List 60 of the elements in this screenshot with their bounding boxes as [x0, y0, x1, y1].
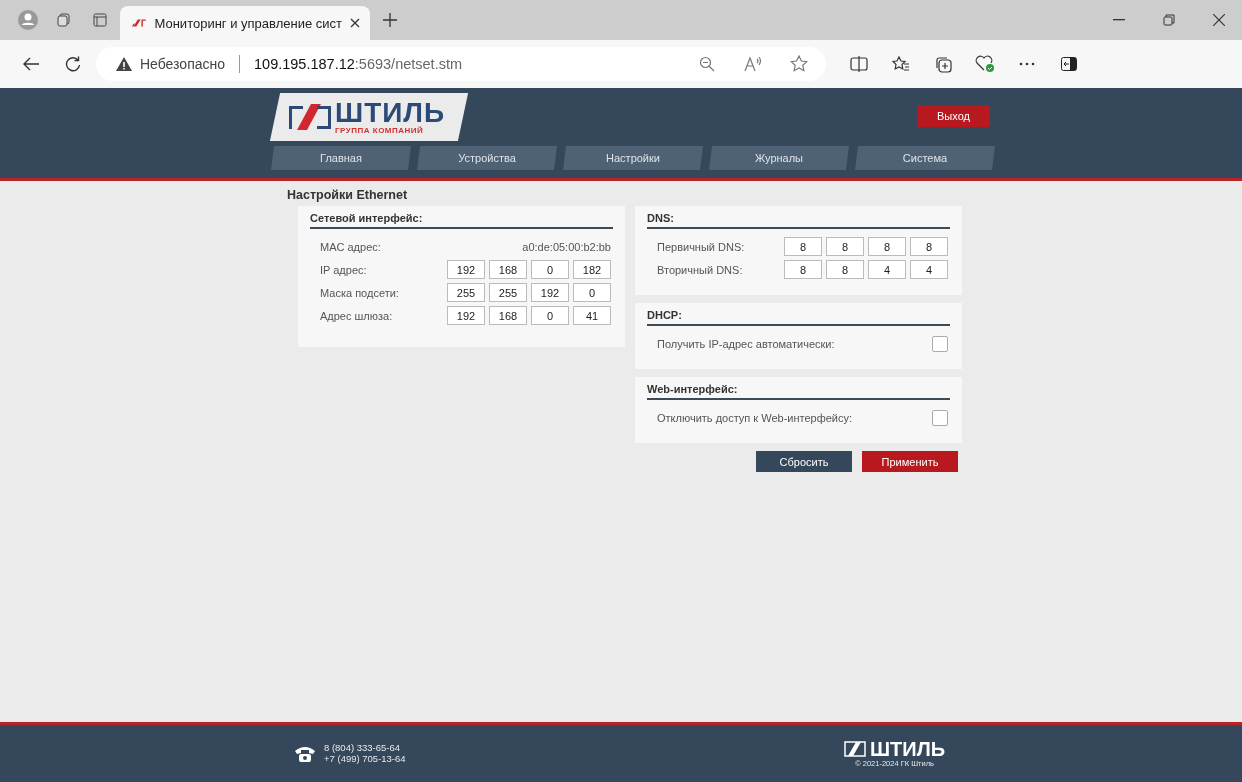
- logo-mark-icon: [844, 741, 866, 757]
- field-label: MAC адрес:: [320, 240, 381, 253]
- field-label: Первичный DNS:: [657, 240, 745, 253]
- octet-field[interactable]: 8: [826, 237, 864, 256]
- octet-field[interactable]: 255: [447, 283, 485, 302]
- octet-field[interactable]: 4: [868, 260, 906, 279]
- panel-title: DHCP:: [647, 309, 950, 326]
- address-field[interactable]: Небезопасно 109.195.187.12:5693/netset.stm: [96, 47, 826, 81]
- octet-field[interactable]: 8: [784, 237, 822, 256]
- octet-field[interactable]: 8: [868, 237, 906, 256]
- field-label: IP адрес:: [320, 263, 367, 276]
- browser-tab[interactable]: Мониторинг и управление сист: [120, 6, 370, 40]
- panel-title: DNS:: [647, 212, 950, 229]
- nav-tab[interactable]: Система: [855, 146, 995, 170]
- field-label: Маска подсети:: [320, 286, 399, 299]
- logo-text: ШТИЛЬ: [335, 99, 446, 127]
- mac-value: a0:de:05:00:b2:bb: [522, 240, 611, 253]
- octet-field[interactable]: 0: [573, 283, 611, 302]
- octet-field[interactable]: 8: [910, 237, 948, 256]
- logo-text: ШТИЛЬ: [870, 739, 946, 759]
- logo-subtitle: ГРУППА КОМПАНИЙ: [335, 127, 425, 135]
- octet-field[interactable]: 182: [573, 260, 611, 279]
- checkbox[interactable]: [932, 335, 948, 352]
- octet-field[interactable]: 8: [826, 260, 864, 279]
- reset-button[interactable]: Сбросить: [756, 451, 852, 472]
- octet-field[interactable]: 0: [531, 306, 569, 325]
- octet-field[interactable]: 168: [489, 306, 527, 325]
- octet-field[interactable]: 4: [910, 260, 948, 279]
- field-label: Адрес шлюза:: [320, 309, 393, 322]
- octet-field[interactable]: 41: [573, 306, 611, 325]
- octet-field[interactable]: 192: [447, 260, 485, 279]
- security-label: Небезопасно: [140, 56, 225, 72]
- phone-number: +7 (499) 705-13-64: [324, 753, 406, 765]
- company-logo[interactable]: ШТИЛЬ ГРУППА КОМПАНИЙ: [269, 93, 469, 141]
- panel-title: Web-интерфейс:: [647, 383, 950, 400]
- checkbox-label: Получить IP-адрес автоматически:: [657, 337, 835, 350]
- nav-tab[interactable]: Журналы: [709, 146, 849, 170]
- phone-icon: [294, 744, 316, 763]
- octet-field[interactable]: 192: [447, 306, 485, 325]
- url-text: 109.195.187.12:5693/netset.stm: [254, 56, 462, 72]
- checkbox-label: Отключить доступ к Web-интерфейсу:: [657, 411, 853, 424]
- favicon-icon: [132, 17, 147, 29]
- nav-tab[interactable]: Устройства: [417, 146, 557, 170]
- octet-field[interactable]: 168: [489, 260, 527, 279]
- nav-tab[interactable]: Настройки: [563, 146, 703, 170]
- logout-button[interactable]: Выход: [917, 105, 990, 127]
- close-tab-icon[interactable]: [350, 18, 360, 28]
- octet-field[interactable]: 8: [784, 260, 822, 279]
- page-title: Настройки Ethernet: [287, 188, 409, 202]
- panel-title: Сетевой интерфейс:: [310, 212, 613, 229]
- apply-button[interactable]: Применить: [862, 451, 958, 472]
- logo-mark-icon: [287, 102, 331, 132]
- octet-field[interactable]: 255: [489, 283, 527, 302]
- nav-tab[interactable]: Главная: [271, 146, 411, 170]
- checkbox[interactable]: [932, 409, 948, 426]
- octet-field[interactable]: 192: [531, 283, 569, 302]
- phone-number: 8 (804) 333-65-64: [324, 742, 402, 754]
- warning-icon: [116, 57, 132, 71]
- octet-field[interactable]: 0: [531, 260, 569, 279]
- field-label: Вторичный DNS:: [657, 263, 743, 276]
